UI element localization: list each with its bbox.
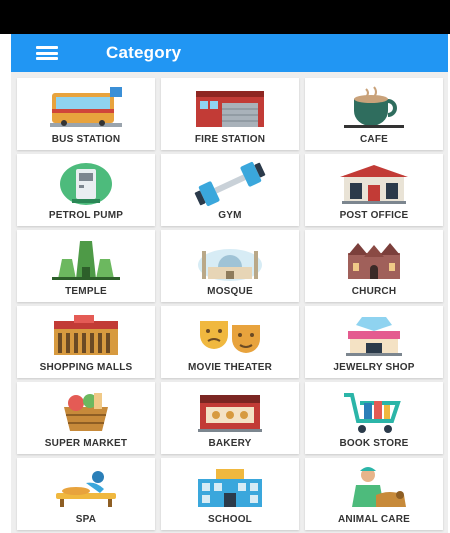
menu-icon[interactable] bbox=[36, 46, 58, 60]
category-tile-school[interactable]: SCHOOL bbox=[161, 458, 299, 530]
category-tile-gym[interactable]: GYM bbox=[161, 154, 299, 226]
shopping-mall-icon bbox=[54, 315, 118, 355]
bus-station-icon bbox=[50, 87, 122, 127]
category-label: BUS STATION bbox=[51, 134, 121, 145]
category-tile-bus-station[interactable]: BUS STATION bbox=[17, 78, 155, 150]
church-icon bbox=[348, 243, 400, 279]
category-tile-bakery[interactable]: BAKERY bbox=[161, 382, 299, 454]
category-label: GYM bbox=[218, 210, 242, 221]
bakery-icon bbox=[198, 395, 262, 432]
category-label: SPA bbox=[75, 514, 97, 525]
category-label: SCHOOL bbox=[208, 514, 252, 525]
status-bar bbox=[0, 0, 450, 34]
category-tile-petrol-pump[interactable]: PETROL PUMP bbox=[17, 154, 155, 226]
book-store-icon bbox=[344, 393, 401, 433]
category-tile-post-office[interactable]: POST OFFICE bbox=[305, 154, 443, 226]
cafe-icon bbox=[344, 86, 404, 128]
category-tile-shopping-malls[interactable]: SHOPPING MALLS bbox=[17, 306, 155, 378]
spa-icon bbox=[56, 471, 116, 507]
category-label: CAFE bbox=[359, 134, 389, 145]
category-label: MOVIE THEATER bbox=[187, 362, 273, 373]
fire-station-icon bbox=[196, 91, 264, 127]
category-tile-super-market[interactable]: SUPER MARKET bbox=[17, 382, 155, 454]
category-tile-spa[interactable]: SPA bbox=[17, 458, 155, 530]
gym-icon bbox=[194, 162, 266, 206]
category-label: SHOPPING MALLS bbox=[39, 362, 133, 373]
app-bar: Category bbox=[11, 34, 448, 72]
category-label: TEMPLE bbox=[65, 286, 107, 297]
category-label: PETROL PUMP bbox=[48, 210, 124, 221]
category-label: SUPER MARKET bbox=[44, 438, 128, 449]
category-tile-book-store[interactable]: BOOK STORE bbox=[305, 382, 443, 454]
petrol-pump-icon bbox=[60, 163, 112, 205]
page-title: Category bbox=[106, 43, 182, 62]
movie-theater-icon bbox=[200, 321, 260, 353]
animal-care-icon bbox=[352, 467, 406, 507]
jewelry-shop-icon bbox=[346, 317, 402, 356]
category-label: MOSQUE bbox=[207, 286, 253, 297]
category-label: BOOK STORE bbox=[339, 438, 409, 449]
category-label: BAKERY bbox=[208, 438, 252, 449]
category-label: ANIMAL CARE bbox=[337, 514, 410, 525]
category-label: CHURCH bbox=[351, 286, 397, 297]
super-market-icon bbox=[64, 393, 108, 431]
school-icon bbox=[198, 469, 262, 507]
category-tile-temple[interactable]: TEMPLE bbox=[17, 230, 155, 302]
category-content: BUS STATION FIRE STATION CAFE PETROL PUM… bbox=[11, 72, 448, 533]
mosque-icon bbox=[198, 249, 262, 281]
category-grid: BUS STATION FIRE STATION CAFE PETROL PUM… bbox=[17, 78, 443, 530]
category-tile-church[interactable]: CHURCH bbox=[305, 230, 443, 302]
category-tile-fire-station[interactable]: FIRE STATION bbox=[161, 78, 299, 150]
category-tile-cafe[interactable]: CAFE bbox=[305, 78, 443, 150]
category-label: FIRE STATION bbox=[194, 134, 266, 145]
category-tile-mosque[interactable]: MOSQUE bbox=[161, 230, 299, 302]
category-tile-jewelry-shop[interactable]: JEWELRY SHOP bbox=[305, 306, 443, 378]
category-tile-animal-care[interactable]: ANIMAL CARE bbox=[305, 458, 443, 530]
temple-icon bbox=[52, 241, 120, 280]
category-tile-movie-theater[interactable]: MOVIE THEATER bbox=[161, 306, 299, 378]
post-office-icon bbox=[340, 165, 408, 204]
category-label: JEWELRY SHOP bbox=[333, 362, 415, 373]
category-label: POST OFFICE bbox=[339, 210, 409, 221]
